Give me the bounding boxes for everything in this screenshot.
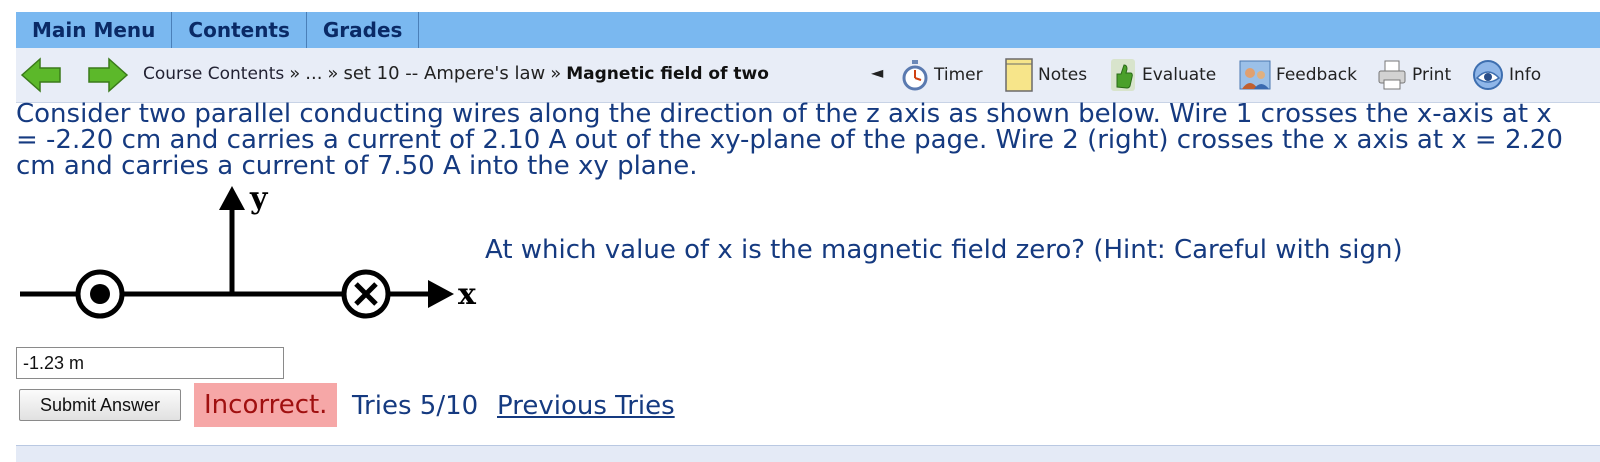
breadcrumb: Course Contents»...» set 10 -- Ampere's l… bbox=[143, 63, 769, 84]
breadcrumb-separator: » bbox=[327, 63, 339, 84]
timer-label: Timer bbox=[934, 65, 983, 85]
breadcrumb-course-contents[interactable]: Course Contents bbox=[143, 64, 284, 84]
print-button[interactable]: Print bbox=[1376, 56, 1451, 94]
main-menu-bar: Main Menu Contents Grades bbox=[16, 12, 1600, 48]
x-axis-arrowhead bbox=[428, 280, 454, 308]
y-axis-arrowhead bbox=[219, 186, 245, 210]
info-button[interactable]: Info bbox=[1471, 56, 1541, 94]
evaluate-label: Evaluate bbox=[1142, 65, 1217, 85]
print-label: Print bbox=[1412, 65, 1452, 85]
menu-contents[interactable]: Contents bbox=[172, 12, 307, 48]
previous-arrow-icon[interactable] bbox=[20, 56, 62, 94]
wires-diagram: y x bbox=[20, 181, 477, 319]
wire-2-into-page-icon bbox=[341, 269, 391, 319]
result-badge: Incorrect. bbox=[194, 383, 338, 427]
y-axis-label: y bbox=[249, 181, 269, 216]
answer-input[interactable] bbox=[16, 347, 284, 379]
wire-1-out-of-page-icon bbox=[75, 269, 125, 319]
info-icon bbox=[1473, 60, 1503, 90]
top-strip bbox=[0, 0, 1600, 12]
menu-main-menu[interactable]: Main Menu bbox=[16, 12, 173, 48]
submit-answer-button[interactable]: Submit Answer bbox=[19, 389, 181, 421]
notes-label: Notes bbox=[1038, 65, 1088, 85]
previous-tries-link[interactable]: Previous Tries bbox=[497, 391, 675, 421]
info-label: Info bbox=[1509, 65, 1542, 85]
feedback-label: Feedback bbox=[1276, 65, 1357, 85]
printer-icon bbox=[1378, 60, 1406, 90]
back-triangle-icon[interactable]: ◄ bbox=[871, 63, 883, 82]
navigation-bar: Course Contents»...» set 10 -- Ampere's l… bbox=[16, 48, 1600, 103]
problem-statement: Consider two parallel conducting wires a… bbox=[16, 99, 1563, 181]
x-axis-label: x bbox=[458, 277, 477, 312]
next-arrow-icon[interactable] bbox=[87, 56, 129, 94]
timer-button[interactable]: Timer bbox=[900, 56, 983, 94]
breadcrumb-separator: » bbox=[550, 63, 562, 84]
evaluate-button[interactable]: Evaluate bbox=[1108, 56, 1216, 94]
tries-count: Tries 5/10 bbox=[352, 391, 479, 421]
notes-button[interactable]: Notes bbox=[1004, 56, 1087, 94]
breadcrumb-separator: » bbox=[289, 63, 301, 84]
stopwatch-icon bbox=[902, 60, 928, 91]
feedback-button[interactable]: Feedback bbox=[1238, 56, 1357, 94]
menu-grades[interactable]: Grades bbox=[307, 12, 420, 48]
breadcrumb-set[interactable]: set 10 -- Ampere's law bbox=[343, 63, 545, 84]
feedback-icon bbox=[1239, 60, 1271, 90]
thumb-icon bbox=[1111, 59, 1135, 91]
breadcrumb-ellipsis[interactable]: ... bbox=[305, 63, 322, 84]
question-text: At which value of x is the magnetic fiel… bbox=[485, 235, 1403, 265]
breadcrumb-current: Magnetic field of two bbox=[566, 64, 769, 84]
bottom-bar bbox=[16, 445, 1600, 462]
notepad-icon bbox=[1005, 58, 1033, 92]
